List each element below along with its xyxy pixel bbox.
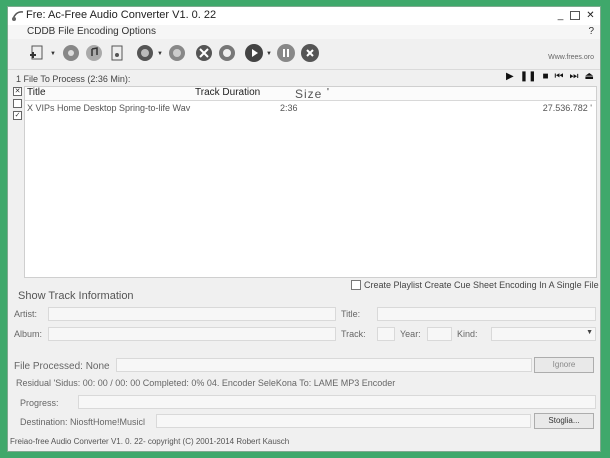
- remove-icon[interactable]: [84, 43, 104, 63]
- app-window: Fre: Ac-Free Audio Converter V1. 0. 22 _…: [7, 6, 601, 452]
- track-size: 27.536.782 ': [542, 103, 592, 113]
- album-label: Album:: [14, 329, 43, 339]
- column-size-suffix: ': [327, 87, 329, 98]
- column-title[interactable]: Title: [27, 87, 46, 98]
- column-size[interactable]: Size: [295, 87, 322, 101]
- play-icon[interactable]: ▶: [506, 71, 514, 82]
- artist-label: Artist:: [14, 309, 38, 319]
- chevron-down-icon[interactable]: ▼: [266, 51, 272, 57]
- track-info-title[interactable]: Show Track Information: [18, 290, 134, 302]
- files-to-process: 1 File To Process (2:36 Min):: [16, 74, 131, 84]
- settings-icon[interactable]: [194, 43, 214, 63]
- file-processed-field: [116, 358, 532, 372]
- cddb-query-icon[interactable]: [135, 43, 155, 63]
- close-button[interactable]: ✕: [583, 9, 598, 24]
- title-field[interactable]: [377, 307, 596, 321]
- add-folder-icon[interactable]: [61, 43, 81, 63]
- table-row[interactable]: X VIPs Home Desktop Spring-to-life Wav 2…: [25, 103, 596, 116]
- eject-icon[interactable]: ⏏: [585, 71, 594, 82]
- title-label: Title:: [341, 309, 361, 319]
- maximize-button[interactable]: [570, 11, 580, 20]
- kind-label: Kind:: [457, 329, 478, 339]
- status-bar: Freiao-free Audio Converter V1. 0. 22- c…: [10, 437, 290, 446]
- chevron-down-icon[interactable]: ▼: [157, 51, 163, 57]
- previous-icon[interactable]: ⏮: [555, 71, 564, 82]
- chevron-down-icon[interactable]: ▼: [50, 51, 56, 57]
- pause-icon[interactable]: [276, 43, 296, 63]
- website-link[interactable]: Www.frees.oro: [548, 54, 594, 61]
- track-number-field[interactable]: [377, 327, 395, 341]
- residual-status: Residual 'Sidus: 00: 00 / 00: 00 Complet…: [16, 378, 396, 388]
- row-checkbox[interactable]: ✓: [13, 111, 22, 120]
- stop-icon[interactable]: [300, 43, 320, 63]
- track-duration: 2:36: [280, 103, 298, 113]
- kind-select[interactable]: ▼: [491, 327, 596, 341]
- browse-button[interactable]: Stoglia...: [534, 413, 594, 429]
- cue-option[interactable]: Create Playlist Create Cue Sheet Encodin…: [351, 280, 599, 290]
- destination-label: Destination: NiosftHome!Musicl: [20, 417, 146, 427]
- menu-bar: CDDB File Encoding Options ?: [8, 25, 600, 39]
- row-checkboxes: ✕ ✓: [13, 87, 22, 123]
- ignore-button[interactable]: Ignore: [534, 357, 594, 373]
- add-file-icon[interactable]: [28, 43, 48, 63]
- track-list[interactable]: Title Track Duration Size ' X VIPs Home …: [24, 86, 597, 278]
- cue-label: Create Playlist Create Cue Sheet Encodin…: [364, 280, 599, 290]
- next-icon[interactable]: ⏭: [570, 71, 579, 82]
- help-menu[interactable]: ?: [588, 26, 594, 37]
- list-header: Title Track Duration Size ': [25, 87, 596, 101]
- chevron-down-icon: ▼: [586, 329, 593, 336]
- track-title: X VIPs Home Desktop Spring-to-life Wav: [27, 103, 191, 113]
- app-icon: [11, 9, 25, 23]
- title-bar: Fre: Ac-Free Audio Converter V1. 0. 22 _…: [8, 7, 600, 26]
- column-duration[interactable]: Track Duration: [195, 87, 260, 98]
- destination-field[interactable]: [156, 414, 531, 428]
- stop-icon[interactable]: ■: [543, 71, 549, 82]
- album-field[interactable]: [48, 327, 336, 341]
- pause-icon[interactable]: ❚❚: [520, 71, 537, 82]
- clear-list-icon[interactable]: [107, 43, 127, 63]
- progress-label: Progress:: [20, 398, 59, 408]
- play-encode-icon[interactable]: [244, 43, 264, 63]
- cue-checkbox[interactable]: [351, 280, 361, 290]
- player-controls: ▶ ❚❚ ■ ⏮ ⏭ ⏏: [506, 71, 594, 82]
- encoder-settings-icon[interactable]: [217, 43, 237, 63]
- window-title: Fre: Ac-Free Audio Converter V1. 0. 22: [26, 9, 217, 21]
- menu-items[interactable]: CDDB File Encoding Options: [27, 26, 156, 37]
- artist-field[interactable]: [48, 307, 336, 321]
- minimize-button[interactable]: _: [553, 9, 568, 24]
- year-field[interactable]: [427, 327, 452, 341]
- row-checkbox[interactable]: [13, 99, 22, 108]
- toolbar: ▼ ▼ ▼ Www.frees.oro: [8, 39, 600, 70]
- select-all-checkbox[interactable]: ✕: [13, 87, 22, 96]
- progress-bar: [78, 395, 596, 409]
- year-label: Year:: [400, 329, 421, 339]
- track-label: Track:: [341, 329, 366, 339]
- file-processed: File Processed: None: [14, 361, 110, 372]
- cddb-submit-icon[interactable]: [167, 43, 187, 63]
